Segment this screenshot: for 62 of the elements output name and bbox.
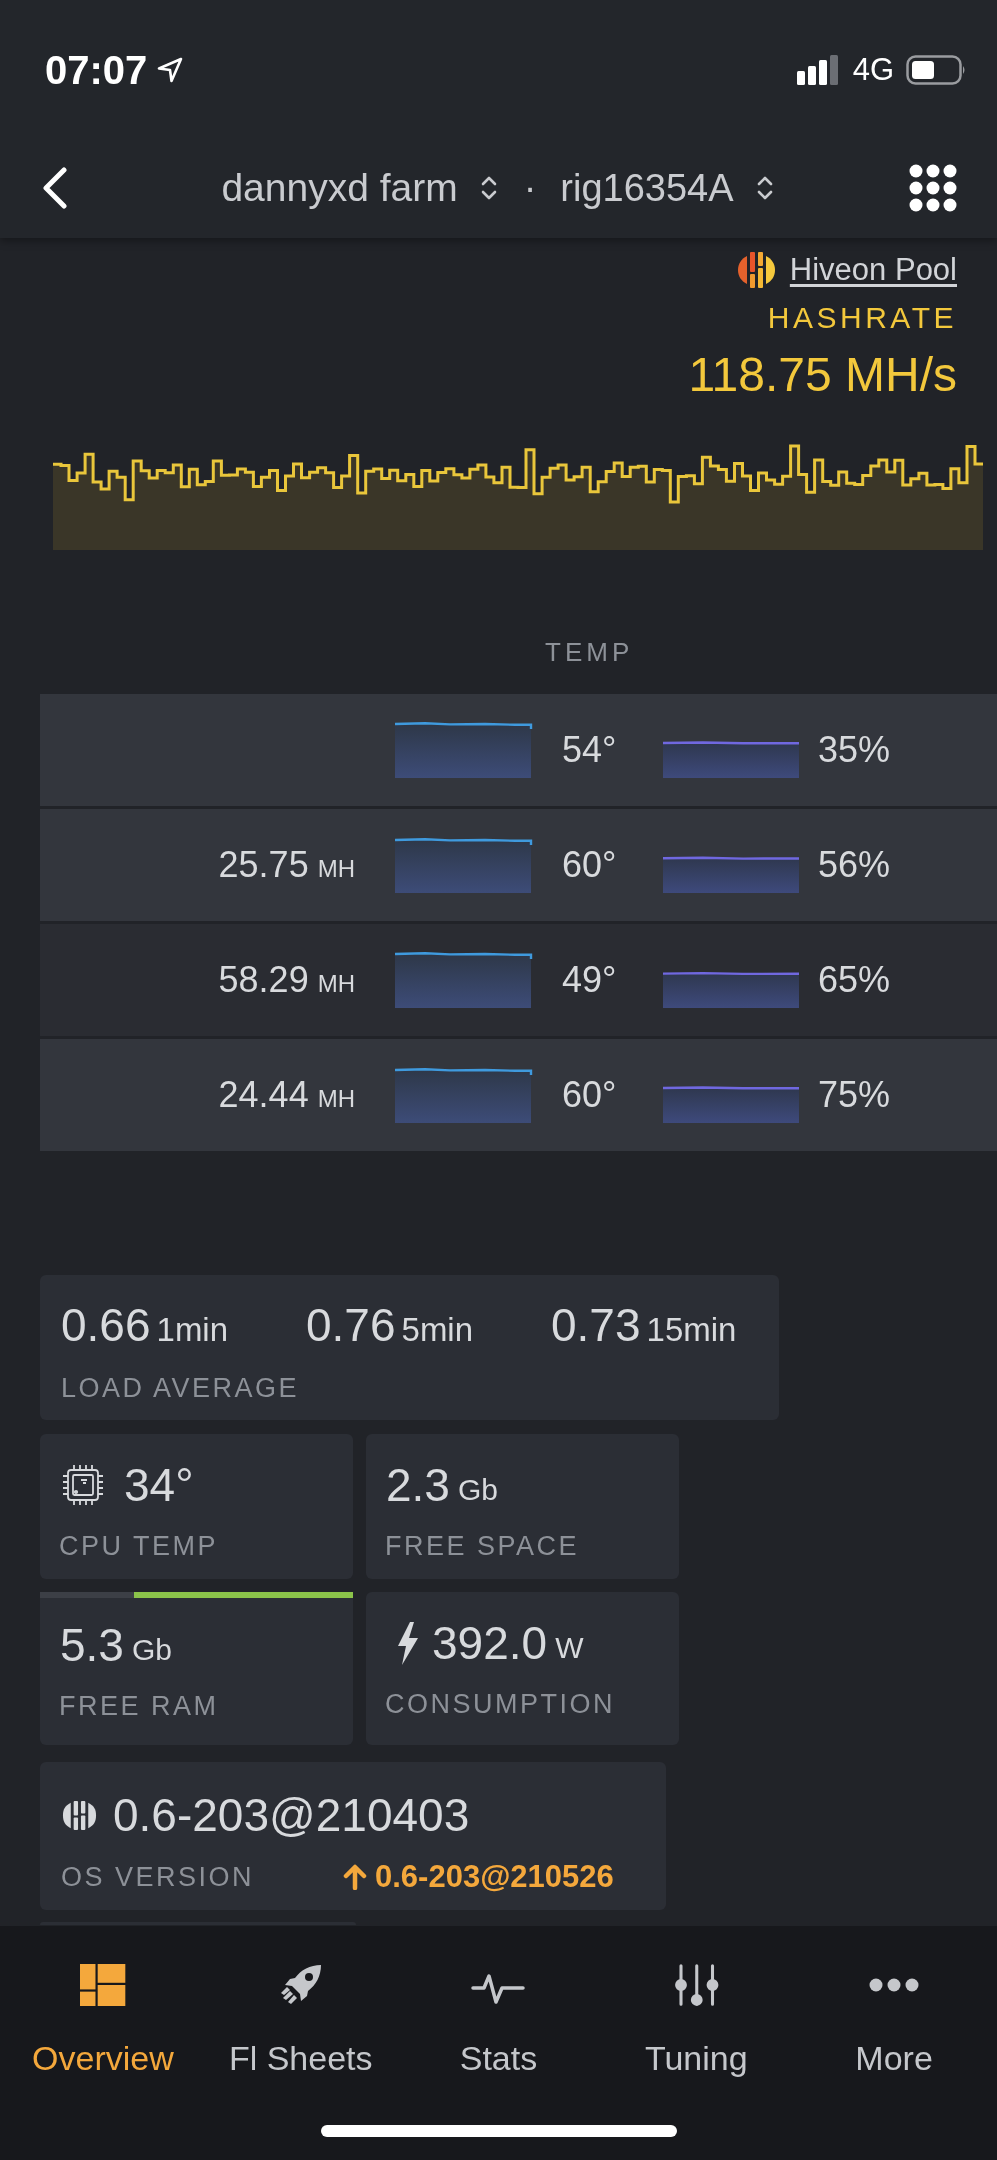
lightning-icon — [397, 1621, 419, 1665]
load-period: 5min — [401, 1310, 474, 1350]
gpu-temperature: 60° — [562, 844, 617, 885]
stat-value: 5.3 — [60, 1618, 124, 1673]
stat-value: 2.3 — [386, 1458, 450, 1513]
network-type: 4G — [852, 52, 894, 88]
card-label: FREE SPACE — [385, 1530, 580, 1563]
gpu-temperature: 60° — [562, 1074, 617, 1115]
stat-value: 34° — [124, 1458, 194, 1513]
card-label: OS VERSION — [61, 1862, 255, 1892]
stat-unit: Gb — [131, 1632, 172, 1668]
card-label: FREE RAM — [59, 1690, 219, 1723]
stat-unit: Gb — [457, 1472, 498, 1508]
load-value: 0.76 — [306, 1298, 396, 1353]
fan-speed: 65% — [818, 958, 891, 1002]
pool-logo-icon — [736, 250, 776, 290]
gpu-temperature: 49° — [562, 959, 617, 1000]
rig-selector[interactable]: rig16354A — [560, 163, 774, 212]
hashrate-value: 118.75 MH/s — [688, 347, 957, 403]
sliders-icon — [673, 1964, 720, 2006]
back-icon[interactable] — [41, 166, 68, 209]
stat-value: 392.0 — [432, 1616, 548, 1671]
gpu-hashrate-unit: MH — [317, 1084, 355, 1114]
farm-selector[interactable]: dannyxd farm — [221, 163, 498, 212]
load-value: 0.73 — [551, 1298, 641, 1353]
title-separator: · — [523, 165, 537, 211]
card-label: CPU TEMP — [59, 1530, 219, 1563]
card-label: CONSUMPTION — [385, 1688, 615, 1721]
dashboard-icon — [80, 1964, 126, 2006]
fan-speed: 35% — [818, 728, 891, 772]
pool-link[interactable]: Hiveon Pool — [789, 251, 957, 289]
apps-grid-icon[interactable] — [909, 163, 957, 212]
battery-icon — [906, 55, 966, 85]
signal-icon — [796, 55, 839, 85]
os-version-value: 0.6-203@210403 — [113, 1788, 470, 1843]
tab[interactable]: Tuning — [597, 1926, 796, 2080]
gpu-hashrate: 58.29 — [218, 958, 309, 1002]
tab[interactable]: Stats — [399, 1926, 598, 2080]
column-label: TEMP — [545, 637, 634, 667]
fan-speed: 75% — [818, 1073, 891, 1117]
status-time: 07:07 — [45, 48, 148, 92]
load-period: 15min — [646, 1310, 737, 1350]
hashrate-label: HASHRATE — [767, 300, 957, 336]
gpu-hashrate-unit: MH — [317, 854, 355, 884]
gpu-temperature: 54° — [562, 729, 617, 770]
load-period: 1min — [156, 1310, 229, 1350]
update-button[interactable]: 0.6-203@210526 — [343, 1859, 614, 1895]
tab[interactable]: Overview — [4, 1926, 202, 2080]
tab[interactable]: Fl Sheets — [201, 1926, 400, 2080]
fan-speed: 56% — [818, 843, 891, 887]
up-arrow-icon — [343, 1864, 367, 1890]
gpu-hashrate: 24.44 — [218, 1073, 309, 1117]
tab[interactable]: More — [795, 1926, 993, 2080]
card-label: LOAD AVERAGE — [61, 1372, 300, 1405]
gpu-hashrate: 25.75 — [218, 843, 309, 887]
more-icon — [869, 1978, 920, 1992]
stat-unit: W — [555, 1630, 584, 1666]
rocket-icon — [279, 1964, 322, 2006]
load-value: 0.66 — [61, 1298, 151, 1353]
cpu-chip-icon — [60, 1462, 106, 1508]
gpu-hashrate-unit: MH — [317, 969, 355, 999]
location-arrow-icon — [157, 57, 184, 83]
